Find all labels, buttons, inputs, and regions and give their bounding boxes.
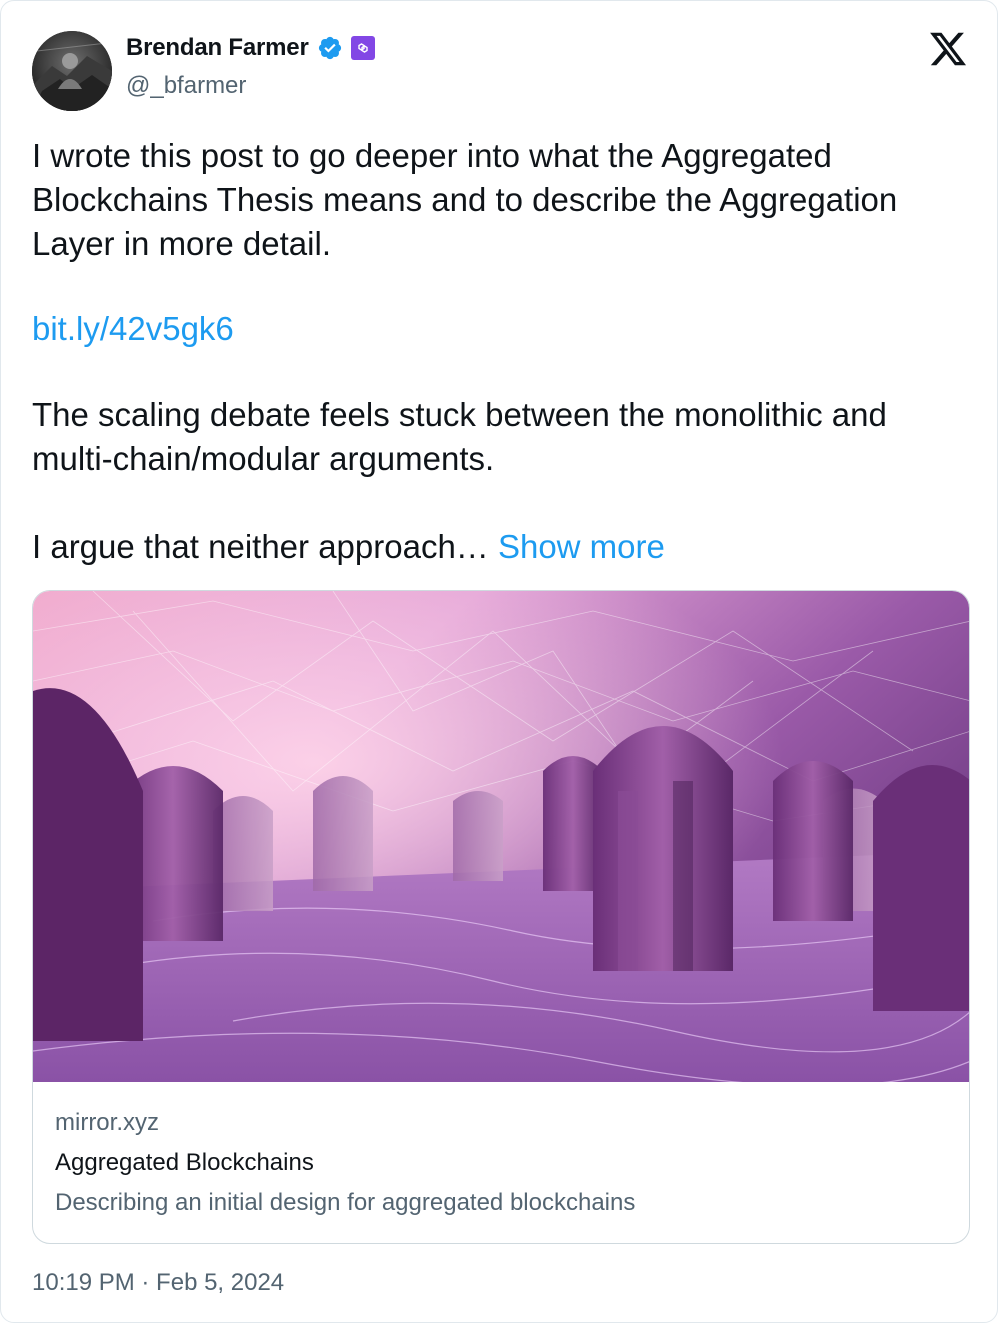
avatar[interactable] <box>32 31 112 111</box>
tweet-text-truncated: I argue that neither approach… <box>32 528 489 565</box>
link-preview-image[interactable] <box>33 591 969 1082</box>
tweet-text-paragraph-3: I argue that neither approach… Show more <box>32 525 952 569</box>
link-preview-domain: mirror.xyz <box>55 1109 159 1136</box>
link-preview-description: Describing an initial design for aggrega… <box>55 1189 636 1216</box>
author-handle[interactable]: @_bfarmer <box>126 72 246 100</box>
link-preview-title: Aggregated Blockchains <box>55 1149 314 1176</box>
verified-badge-icon <box>317 35 343 61</box>
tweet-text-paragraph-2: The scaling debate feels stuck between t… <box>32 396 887 477</box>
tweet-link[interactable]: bit.ly/42v5gk6 <box>32 307 234 351</box>
tweet-embed-card: Brendan Farmer @_bfarmer I wrote this po… <box>0 0 998 1323</box>
show-more-link[interactable]: Show more <box>498 528 665 565</box>
tweet-text-paragraph-1: I wrote this post to go deeper into what… <box>32 137 898 262</box>
author-display-name[interactable]: Brendan Farmer <box>126 34 309 62</box>
polygon-affiliate-badge-icon[interactable] <box>350 36 375 60</box>
tweet-timestamp[interactable]: 10:19 PM · Feb 5, 2024 <box>32 1269 284 1297</box>
link-preview-card[interactable]: mirror.xyz Aggregated Blockchains Descri… <box>32 590 970 1244</box>
author-name-row: Brendan Farmer <box>126 31 375 65</box>
x-logo-icon[interactable] <box>927 29 969 69</box>
